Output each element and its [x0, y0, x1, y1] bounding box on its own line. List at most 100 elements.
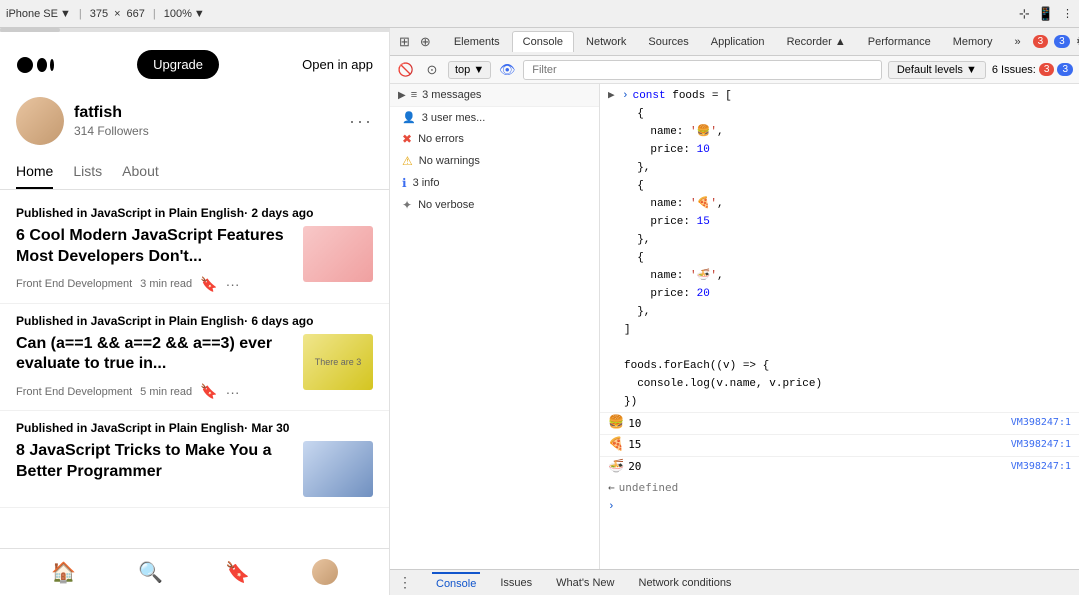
devtools-bottom-bar: ⋮ Console Issues What's New Network cond…	[390, 569, 1079, 595]
sidebar-item-user-messages[interactable]: 👤 3 user mes...	[390, 107, 599, 128]
article-more-button[interactable]: ···	[226, 276, 240, 292]
warning-icon: ⚠	[402, 154, 413, 168]
article-more-button[interactable]: ···	[226, 384, 240, 400]
article-published: Published in JavaScript in Plain English…	[16, 314, 373, 328]
tab-elements[interactable]: Elements	[444, 32, 510, 52]
output-line-2: 🍕 15 VM398247:1	[600, 434, 1079, 456]
console-input-line: ›	[600, 499, 1079, 517]
nav-bookmark-button[interactable]: 🔖	[225, 560, 250, 585]
tab-about[interactable]: About	[122, 155, 159, 189]
top-selector[interactable]: top ▼	[448, 61, 491, 79]
width-input[interactable]: 375	[90, 8, 108, 20]
code-line: name: '🍕',	[600, 196, 1079, 214]
filter-input[interactable]	[523, 60, 882, 80]
sidebar-group-messages[interactable]: ▶ ≡ 3 messages	[390, 84, 599, 107]
code-line: },	[600, 160, 1079, 178]
code-line: foods.forEach((v) => {	[600, 358, 1079, 376]
bottom-tab-whats-new[interactable]: What's New	[552, 573, 618, 593]
article-title[interactable]: Can (a==1 && a==2 && a==3) ever evaluate…	[16, 334, 293, 376]
nav-search-button[interactable]: 🔍	[138, 560, 163, 585]
code-line: name: '🍜',	[600, 268, 1079, 286]
sidebar-item-no-errors[interactable]: ✖ No errors	[390, 128, 599, 150]
height-input[interactable]: 667	[127, 8, 145, 20]
warn-badge: 3	[1054, 35, 1070, 48]
devtools-tabs: ⊞ ⊕ Elements Console Network Sources App…	[390, 28, 1079, 56]
tab-home[interactable]: Home	[16, 155, 53, 189]
devtools-sidebar-toggle[interactable]: ⊞	[394, 32, 415, 52]
tab-performance[interactable]: Performance	[858, 32, 941, 52]
article-item: Published in JavaScript in Plain English…	[0, 196, 389, 304]
bookmark-icon[interactable]: 🔖	[200, 276, 217, 293]
article-title[interactable]: 6 Cool Modern JavaScript Features Most D…	[16, 226, 293, 268]
tab-application[interactable]: Application	[701, 32, 775, 52]
default-levels-dropdown[interactable]: Default levels ▼	[888, 61, 986, 79]
article-thumbnail	[303, 226, 373, 282]
verbose-icon: ✦	[402, 198, 412, 212]
tab-more[interactable]: »	[1004, 32, 1030, 52]
console-code-area: ▶ › const foods = [ { name: '🍔', price: …	[600, 84, 1079, 569]
device-icon[interactable]: 📱	[1038, 6, 1054, 22]
console-input[interactable]	[615, 499, 1071, 517]
sidebar-item-info[interactable]: ℹ 3 info	[390, 172, 599, 194]
messages-list-icon: ≡	[411, 89, 417, 101]
bottom-tab-issues[interactable]: Issues	[496, 573, 536, 593]
devtools-inspect-toggle[interactable]: ⊕	[415, 32, 436, 52]
sidebar-item-no-verbose[interactable]: ✦ No verbose	[390, 194, 599, 216]
output-ref[interactable]: VM398247:1	[1011, 415, 1071, 431]
bottom-tab-network-conditions[interactable]: Network conditions	[635, 573, 736, 593]
output-emoji: 🍜	[608, 457, 624, 478]
clear-console-icon[interactable]: 🚫	[396, 60, 416, 80]
upgrade-button[interactable]: Upgrade	[137, 50, 219, 79]
sidebar-item-no-warnings[interactable]: ⚠ No warnings	[390, 150, 599, 172]
devtools-panel: ⊞ ⊕ Elements Console Network Sources App…	[390, 28, 1079, 595]
expand-icon: ▶	[398, 90, 406, 101]
code-line	[600, 340, 1079, 358]
output-value: 10	[628, 415, 641, 433]
devtools-sidebar: ▶ ≡ 3 messages 👤 3 user mes... ✖ No erro…	[390, 84, 600, 569]
output-ref[interactable]: VM398247:1	[1011, 437, 1071, 453]
tab-sources[interactable]: Sources	[638, 32, 698, 52]
tab-memory[interactable]: Memory	[943, 32, 1003, 52]
article-title[interactable]: 8 JavaScript Tricks to Make You a Better…	[16, 441, 293, 483]
article-tag: Front End Development	[16, 386, 132, 398]
sidebar-messages-label: 3 messages	[422, 89, 481, 101]
undefined-output: ← undefined	[600, 477, 1079, 499]
code-line: price: 15	[600, 214, 1079, 232]
issues-warn-badge: 3	[1057, 63, 1073, 76]
output-emoji: 🍕	[608, 435, 624, 456]
medium-logo	[16, 54, 54, 76]
bottom-dots-icon[interactable]: ⋮	[398, 574, 412, 591]
bottom-tab-console[interactable]: Console	[432, 572, 480, 594]
avatar	[16, 97, 64, 145]
eye-icon[interactable]: 👁	[497, 60, 517, 80]
issues-count: 6 Issues: 3 3	[992, 63, 1073, 76]
article-thumbnail	[303, 441, 373, 497]
code-line: ▶ › const foods = [	[600, 88, 1079, 106]
output-emoji: 🍔	[608, 413, 624, 434]
tab-lists[interactable]: Lists	[73, 155, 102, 189]
devtools-toolbar: 🚫 ⊙ top ▼ 👁 Default levels ▼ 6 Issues: 3…	[390, 56, 1079, 84]
bookmark-icon[interactable]: 🔖	[200, 383, 217, 400]
error-icon: ✖	[402, 132, 412, 146]
tab-network[interactable]: Network	[576, 32, 636, 52]
tab-console[interactable]: Console	[512, 31, 574, 52]
profile-more-button[interactable]: ···	[349, 111, 373, 132]
expand-arrow[interactable]: ▶	[608, 88, 618, 106]
device-selector[interactable]: iPhone SE ▼	[6, 8, 71, 20]
nav-profile-button[interactable]	[312, 559, 338, 585]
bottom-nav: 🏠 🔍 🔖	[0, 548, 389, 595]
filter-icon[interactable]: ⊙	[422, 60, 442, 80]
dots-menu[interactable]: ⋮	[1062, 7, 1073, 20]
tab-recorder[interactable]: Recorder ▲	[777, 32, 856, 52]
code-line: price: 20	[600, 286, 1079, 304]
pointer-icon[interactable]: ⊹	[1019, 6, 1030, 22]
output-line-1: 🍔 10 VM398247:1	[600, 412, 1079, 434]
article-item: Published in JavaScript in Plain English…	[0, 304, 389, 412]
output-ref[interactable]: VM398247:1	[1011, 459, 1071, 475]
code-line: console.log(v.name, v.price)	[600, 376, 1079, 394]
open-in-app-link[interactable]: Open in app	[302, 57, 373, 72]
code-line: ]	[600, 322, 1079, 340]
code-line: {	[600, 106, 1079, 124]
nav-home-button[interactable]: 🏠	[51, 560, 76, 585]
zoom-selector[interactable]: 100% ▼	[164, 8, 205, 20]
